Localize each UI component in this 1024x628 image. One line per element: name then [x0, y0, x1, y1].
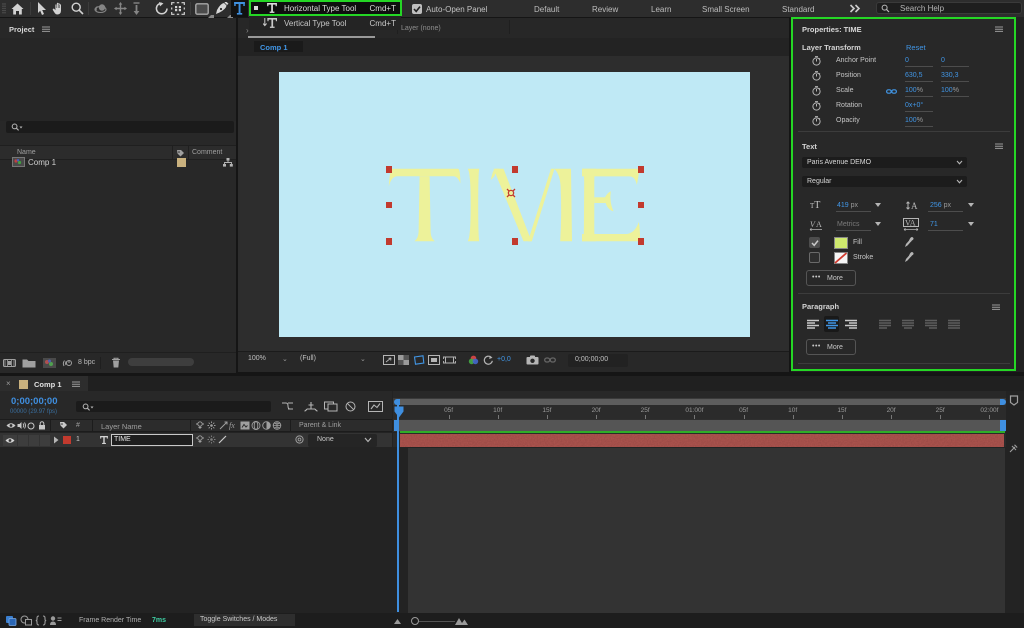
svg-text:VA: VA [905, 219, 916, 228]
svg-text:A: A [911, 201, 918, 211]
svg-text:A: A [816, 220, 822, 229]
